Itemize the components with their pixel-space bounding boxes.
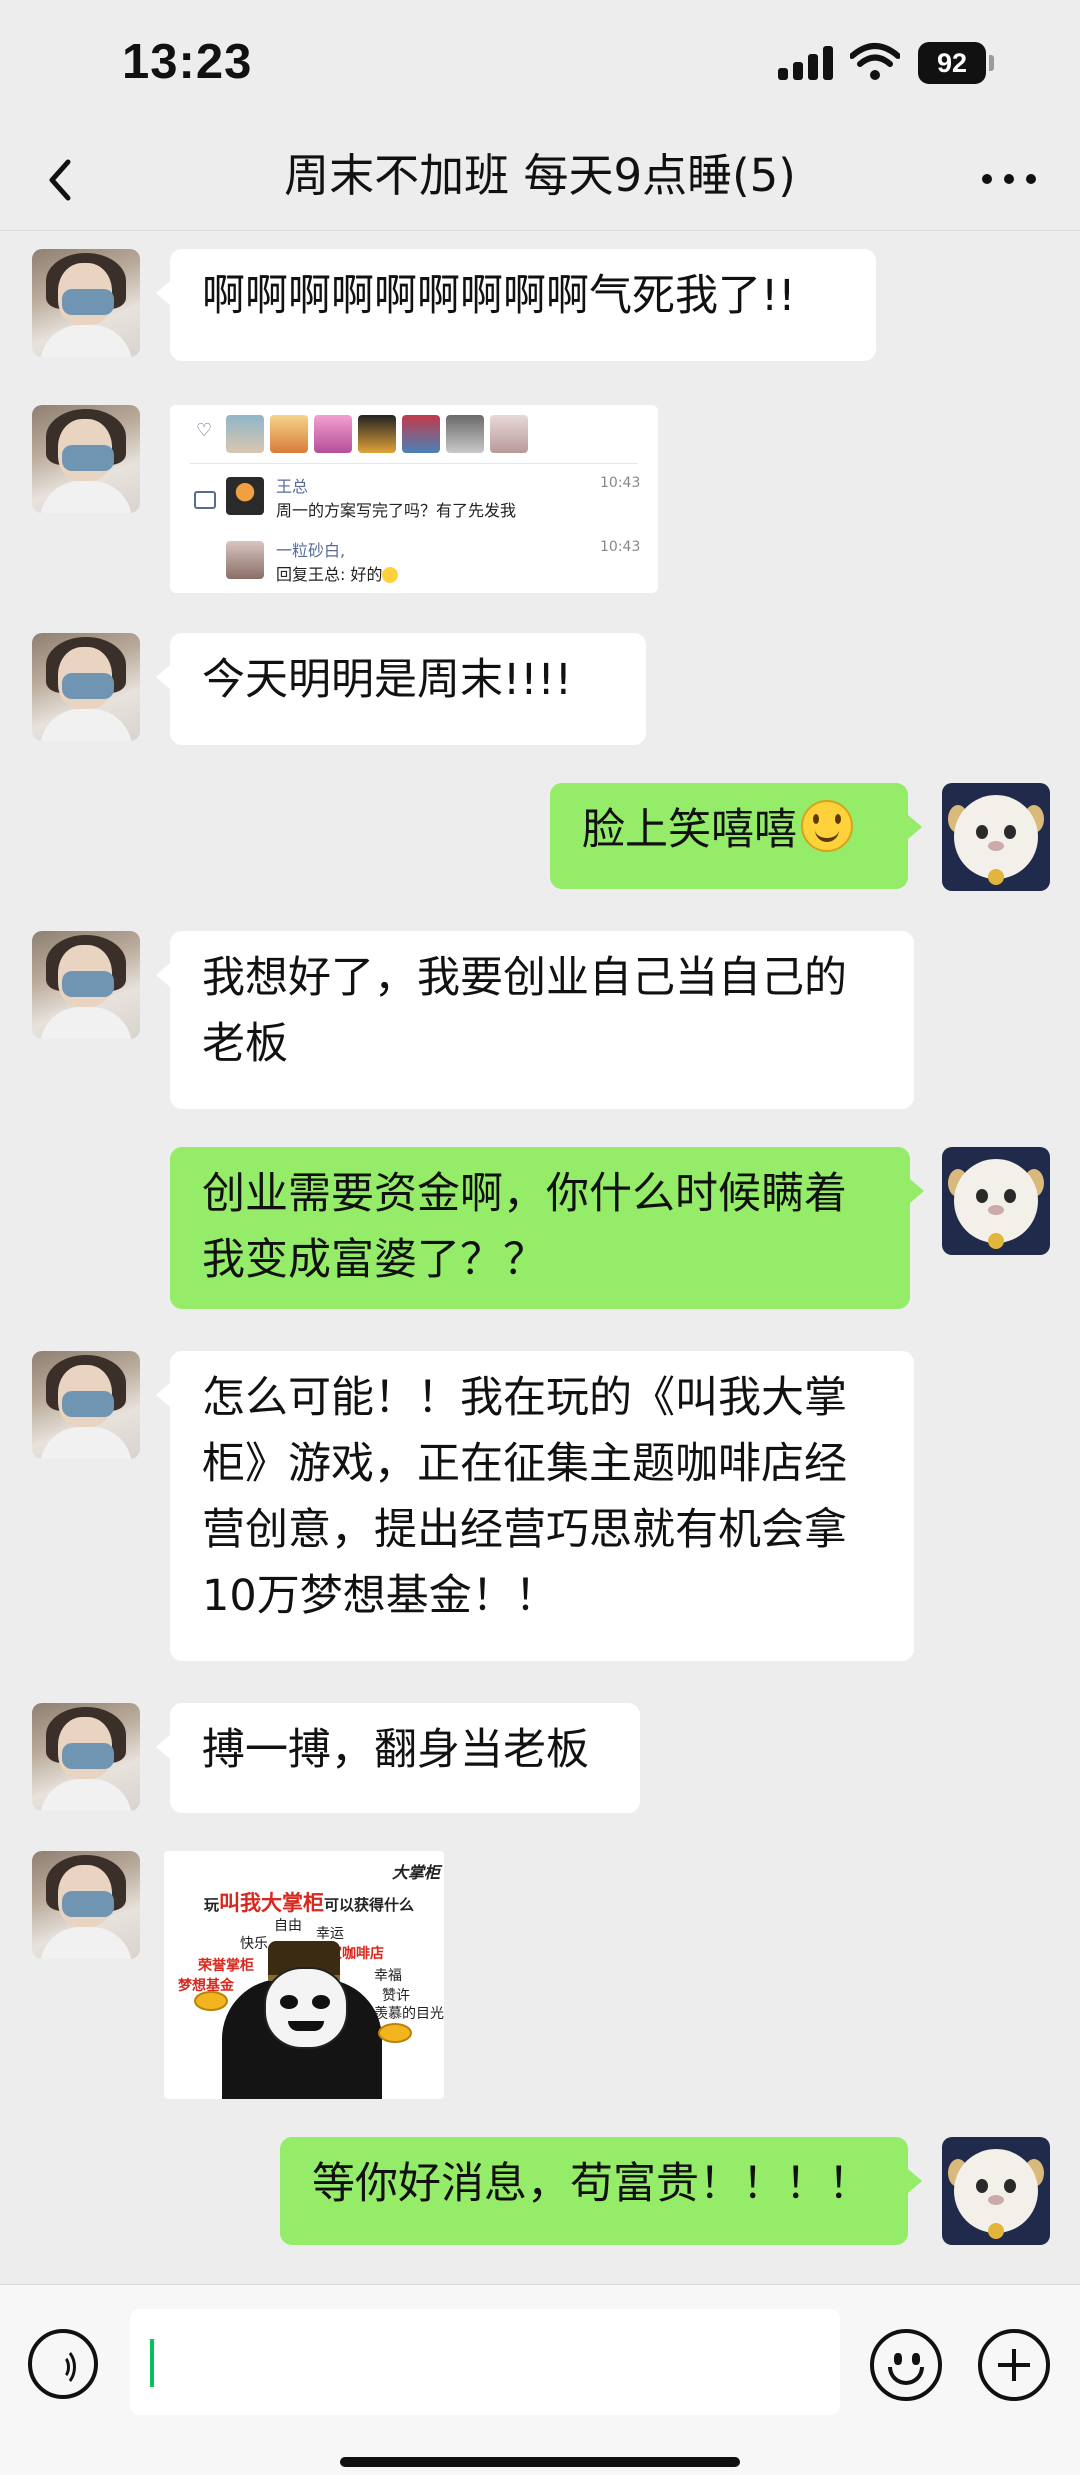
cellular-signal-icon [778,44,834,80]
message-text-line: 10万梦想基金！！ [202,1571,558,1621]
my-avatar[interactable] [942,1147,1050,1255]
input-bar [0,2284,1080,2475]
meme-title-prefix: 玩 [204,1896,220,1914]
home-indicator [340,2457,740,2467]
message-bubble[interactable]: 怎么可能！！我在玩的《叫我大掌 柜》游戏，正在征集主题咖啡店经 营创意，提出经营… [156,1351,914,1661]
message-text: 搏一搏，翻身当老板 [202,1725,589,1775]
meme-image[interactable]: 大掌柜 玩叫我大掌柜可以获得什么 自由 幸运 快乐 一家咖啡店 荣誉掌柜 幸福 … [164,1851,444,2099]
message-text-line: 我变成富婆了？？ [202,1235,546,1285]
wifi-icon [850,43,900,80]
message-list[interactable]: 啊啊啊啊啊啊啊啊啊气死我了!! ♡ 王总 周一的方案写完了吗？有了先发我 10:… [0,231,1080,2283]
message-text: 脸上笑嘻嘻 [582,805,797,855]
message-bubble[interactable]: 我想好了，我要创业自己当自己的 老板 [156,931,914,1109]
message-bubble[interactable]: 等你好消息，苟富贵！！！！ [280,2137,922,2245]
comment-time: 10:43 [600,539,641,555]
message-text-line: 创业需要资金啊，你什么时候瞒着 [202,1169,847,1219]
message-text: 啊啊啊啊啊啊啊啊啊气死我了!! [202,271,796,321]
status-time: 13:23 [122,35,253,89]
friend-avatar[interactable] [32,405,140,513]
more-functions-button[interactable] [978,2329,1050,2401]
back-icon[interactable] [40,150,80,210]
message-text-line: 柜》游戏，正在征集主题咖啡店经 [202,1439,847,1489]
friend-avatar[interactable] [32,1703,140,1811]
meme-logo: 大掌柜 [392,1863,441,1882]
meme-word: 赞许 [382,1988,410,2004]
moments-screenshot-image[interactable]: ♡ 王总 周一的方案写完了吗？有了先发我 10:43 一粒砂白, 回复王总: 好… [170,405,658,593]
message-bubble[interactable]: 啊啊啊啊啊啊啊啊啊气死我了!! [156,249,876,361]
message-bubble[interactable]: 今天明明是周末!!!! [156,633,646,745]
message-text: 等你好消息，苟富贵！！！！ [312,2159,871,2209]
smile-emoji-icon [801,800,853,852]
more-options-icon[interactable] [980,164,1040,194]
friend-avatar[interactable] [32,633,140,741]
emoji-button[interactable] [870,2329,942,2401]
comment-text: 回复王总: 好的 [276,565,383,584]
heart-icon: ♡ [196,420,213,441]
battery-level: 92 [918,42,986,84]
chat-title: 周末不加班 每天9点睡(5) [284,149,796,202]
friend-avatar[interactable] [32,931,140,1039]
comment-time: 10:43 [600,475,641,491]
text-cursor [150,2339,154,2387]
message-text-line: 我想好了，我要创业自己当自己的 [202,953,847,1003]
comment-icon [194,491,216,509]
friend-avatar[interactable] [32,249,140,357]
like-avatars [226,415,528,455]
message-bubble[interactable]: 搏一搏，翻身当老板 [156,1703,640,1813]
voice-input-button[interactable] [28,2329,98,2399]
message-bubble[interactable]: 创业需要资金啊，你什么时候瞒着 我变成富婆了？？ [170,1147,924,1309]
message-text-line: 怎么可能！！我在玩的《叫我大掌 [202,1373,847,1423]
battery-icon: 92 [918,42,994,84]
smile-emoji-icon [382,567,399,583]
meme-title-suffix: 可以获得什么 [324,1896,415,1914]
meme-title-highlight: 叫我大掌柜 [219,1891,325,1915]
my-avatar[interactable] [942,2137,1050,2245]
panda-face-icon [264,1967,348,2049]
message-text-line: 老板 [202,1019,288,1069]
message-text-line: 营创意，提出经营巧思就有机会拿 [202,1505,847,1555]
chat-header: 周末不加班 每天9点睡(5) [0,130,1080,231]
message-bubble[interactable]: 脸上笑嘻嘻 [550,783,922,889]
comment-text: 周一的方案写完了吗？有了先发我 [276,501,517,520]
meme-word: 自由 [274,1918,302,1934]
my-avatar[interactable] [942,783,1050,891]
friend-avatar[interactable] [32,1851,140,1959]
input-caret-holder [130,2309,840,2415]
friend-avatar[interactable] [32,1351,140,1459]
meme-word: 幸福 [374,1968,402,1984]
meme-word: 快乐 [240,1936,268,1952]
comment-author: 一粒砂白, [276,541,346,560]
message-text: 今天明明是周末!!!! [202,655,572,705]
meme-word: 幸运 [316,1926,344,1942]
comment-author: 王总 [276,477,309,496]
meme-word: 荣誉掌柜 [198,1958,254,1974]
status-bar: 13:23 92 [0,0,1080,130]
